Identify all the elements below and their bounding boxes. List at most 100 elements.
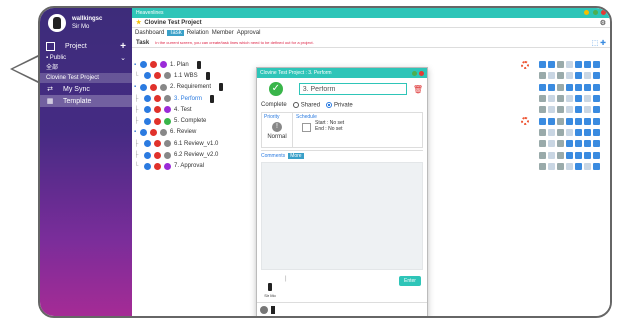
- edit-icon[interactable]: [566, 151, 573, 159]
- tab-task[interactable]: Task: [167, 30, 184, 36]
- enter-button[interactable]: Enter: [399, 276, 421, 286]
- tab-dashboard[interactable]: Dashboard: [135, 30, 164, 36]
- note-icon[interactable]: [548, 151, 555, 159]
- transfer-icon[interactable]: [575, 128, 582, 136]
- folder-icon[interactable]: [584, 95, 591, 103]
- link-icon[interactable]: [557, 106, 564, 114]
- folder-icon[interactable]: [584, 117, 591, 125]
- task-row[interactable]: ├ 6.2 Review_v2.0: [134, 149, 264, 160]
- link-icon[interactable]: [557, 117, 564, 125]
- save-icon[interactable]: [593, 117, 600, 125]
- folder-icon[interactable]: [584, 72, 591, 80]
- transfer-icon[interactable]: [575, 151, 582, 159]
- folder-icon[interactable]: [584, 162, 591, 170]
- transfer-icon[interactable]: [575, 72, 582, 80]
- gear-icon[interactable]: ⚙: [600, 19, 606, 27]
- task-row[interactable]: └ 1.1 WBS: [134, 70, 264, 81]
- edit-icon[interactable]: [566, 83, 573, 91]
- save-icon[interactable]: [593, 83, 600, 91]
- task-row[interactable]: ├ 3. Perform: [134, 93, 264, 104]
- edit-icon[interactable]: [566, 72, 573, 80]
- status-icon[interactable]: [160, 61, 167, 69]
- status-icon[interactable]: [164, 117, 171, 125]
- status-icon[interactable]: [160, 128, 167, 136]
- transfer-icon[interactable]: [575, 95, 582, 103]
- status-icon[interactable]: [164, 95, 171, 103]
- edit-icon[interactable]: [566, 162, 573, 170]
- task-row[interactable]: ├ 4. Test: [134, 104, 264, 115]
- status-icon[interactable]: [164, 140, 171, 148]
- task-name-input[interactable]: [298, 83, 407, 95]
- save-icon[interactable]: [593, 128, 600, 136]
- calendar-icon[interactable]: [539, 140, 546, 148]
- calendar-icon[interactable]: [539, 61, 546, 69]
- status-icon[interactable]: [164, 151, 171, 159]
- note-icon[interactable]: [548, 106, 555, 114]
- link-icon[interactable]: [557, 128, 564, 136]
- task-row[interactable]: ▪ 6. Review: [134, 127, 264, 138]
- more-tab[interactable]: More: [288, 152, 304, 159]
- user-profile[interactable]: wallkingsc Sir Mo: [40, 8, 132, 38]
- sidebar-item-all[interactable]: 全部: [40, 63, 132, 73]
- sidebar-item-project[interactable]: Clovine Test Project: [40, 73, 132, 83]
- tab-member[interactable]: Member: [212, 30, 234, 36]
- transfer-icon[interactable]: [575, 61, 582, 69]
- schedule-row[interactable]: Start : No set End : No set: [302, 120, 419, 132]
- sidebar-public[interactable]: ▪ Public ⌄: [40, 53, 132, 63]
- comment-input[interactable]: |: [285, 276, 287, 282]
- transfer-icon[interactable]: [575, 140, 582, 148]
- link-icon[interactable]: [557, 72, 564, 80]
- maximize-icon[interactable]: [592, 9, 598, 15]
- edit-icon[interactable]: [566, 95, 573, 103]
- note-icon[interactable]: [548, 72, 555, 80]
- folder-icon[interactable]: [584, 128, 591, 136]
- edit-icon[interactable]: [566, 117, 573, 125]
- note-icon[interactable]: [548, 117, 555, 125]
- sidebar-item-template[interactable]: ▦ Template: [40, 95, 132, 107]
- folder-icon[interactable]: [584, 83, 591, 91]
- edit-icon[interactable]: [566, 128, 573, 136]
- trash-icon[interactable]: 🗑: [413, 85, 423, 94]
- folder-icon[interactable]: [584, 140, 591, 148]
- task-row[interactable]: ▪ 1. Plan: [134, 59, 264, 70]
- close-icon[interactable]: [601, 9, 606, 15]
- save-icon[interactable]: [593, 106, 600, 114]
- status-icon[interactable]: [164, 162, 171, 170]
- tab-approval[interactable]: Approval: [237, 30, 261, 36]
- task-row[interactable]: ├ 5. Complete: [134, 115, 264, 126]
- minimize-icon[interactable]: [584, 9, 590, 15]
- note-icon[interactable]: [548, 61, 555, 69]
- link-icon[interactable]: [557, 61, 564, 69]
- link-icon[interactable]: [557, 140, 564, 148]
- calendar-icon[interactable]: [539, 83, 546, 91]
- add-project-icon[interactable]: +: [120, 41, 126, 52]
- folder-icon[interactable]: [584, 151, 591, 159]
- link-icon[interactable]: [557, 162, 564, 170]
- save-icon[interactable]: [593, 162, 600, 170]
- folder-icon[interactable]: [584, 106, 591, 114]
- task-row[interactable]: ├ 6.1 Review_v1.0: [134, 138, 264, 149]
- calendar-icon[interactable]: [539, 151, 546, 159]
- save-icon[interactable]: [593, 151, 600, 159]
- priority-section[interactable]: Priority ! Normal: [262, 113, 292, 147]
- private-radio[interactable]: Private: [326, 101, 353, 108]
- star-icon[interactable]: ★: [136, 19, 141, 26]
- transfer-icon[interactable]: [575, 83, 582, 91]
- link-icon[interactable]: [557, 151, 564, 159]
- edit-icon[interactable]: [566, 140, 573, 148]
- save-icon[interactable]: [593, 61, 600, 69]
- save-icon[interactable]: [593, 140, 600, 148]
- calendar-icon[interactable]: [539, 72, 546, 80]
- note-icon[interactable]: [548, 128, 555, 136]
- task-row[interactable]: ▪ 2. Requirement: [134, 82, 264, 93]
- tab-relation[interactable]: Relation: [187, 30, 209, 36]
- note-icon[interactable]: [548, 83, 555, 91]
- note-icon[interactable]: [548, 162, 555, 170]
- sidebar-item-my-sync[interactable]: ⇄ My Sync: [40, 83, 132, 95]
- edit-icon[interactable]: [566, 61, 573, 69]
- shared-radio[interactable]: Shared: [292, 101, 320, 108]
- complete-check-icon[interactable]: ✓: [269, 82, 283, 96]
- save-icon[interactable]: [593, 95, 600, 103]
- calendar-icon[interactable]: [539, 162, 546, 170]
- transfer-icon[interactable]: [575, 117, 582, 125]
